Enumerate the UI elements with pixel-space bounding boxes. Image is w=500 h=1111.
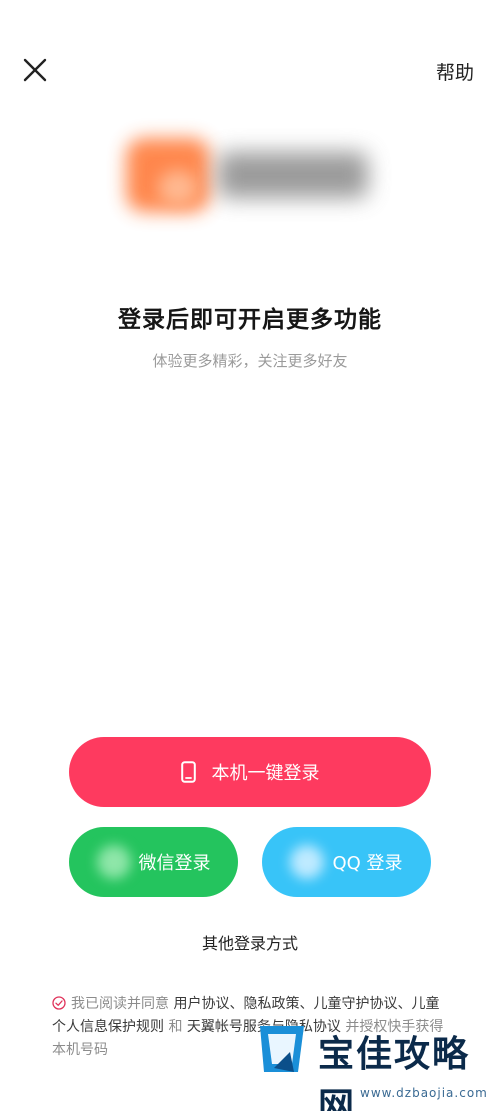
logo-wordmark xyxy=(218,152,368,198)
site-watermark: 宝佳攻略网 www.dzbaojia.com xyxy=(252,1020,500,1111)
privacy-policy-link[interactable]: 隐私政策 xyxy=(243,996,299,1012)
qq-icon xyxy=(290,845,325,879)
watermark-logo-icon xyxy=(260,1026,304,1072)
phone-icon xyxy=(180,761,196,783)
agreement-and: 和 xyxy=(164,1019,187,1035)
qq-login-label: QQ 登录 xyxy=(332,853,403,874)
agreement-separator: 、 xyxy=(397,996,412,1012)
page-title: 登录后即可开启更多功能 xyxy=(118,307,382,333)
wechat-login-label: 微信登录 xyxy=(138,853,211,874)
qq-login-button[interactable]: QQ 登录 xyxy=(262,827,431,897)
wechat-login-button[interactable]: 微信登录 xyxy=(69,827,238,897)
watermark-url: www.dzbaojia.com xyxy=(360,1086,488,1100)
one-click-login-label: 本机一键登录 xyxy=(211,763,320,784)
close-icon xyxy=(23,58,47,82)
wechat-icon xyxy=(96,845,131,879)
agreement-prefix: 我已阅读并同意 xyxy=(71,996,174,1012)
help-link[interactable]: 帮助 xyxy=(436,58,474,85)
close-button[interactable] xyxy=(20,55,50,85)
agreement-separator: 、 xyxy=(299,996,314,1012)
page-subtitle: 体验更多精彩，关注更多好友 xyxy=(152,352,348,370)
login-page: 帮助 登录后即可开启更多功能 体验更多精彩，关注更多好友 本机一键登录 微信登录… xyxy=(0,0,500,1111)
app-logo xyxy=(118,130,378,220)
child-protection-link[interactable]: 儿童守护协议 xyxy=(313,996,397,1012)
agreement-separator: 、 xyxy=(229,996,244,1012)
other-login-methods-link[interactable]: 其他登录方式 xyxy=(0,930,500,954)
one-click-login-button[interactable]: 本机一键登录 xyxy=(69,737,431,807)
user-agreement-link[interactable]: 用户协议 xyxy=(173,996,229,1012)
check-circle-icon[interactable] xyxy=(52,996,66,1010)
logo-mark-highlight xyxy=(158,170,198,206)
